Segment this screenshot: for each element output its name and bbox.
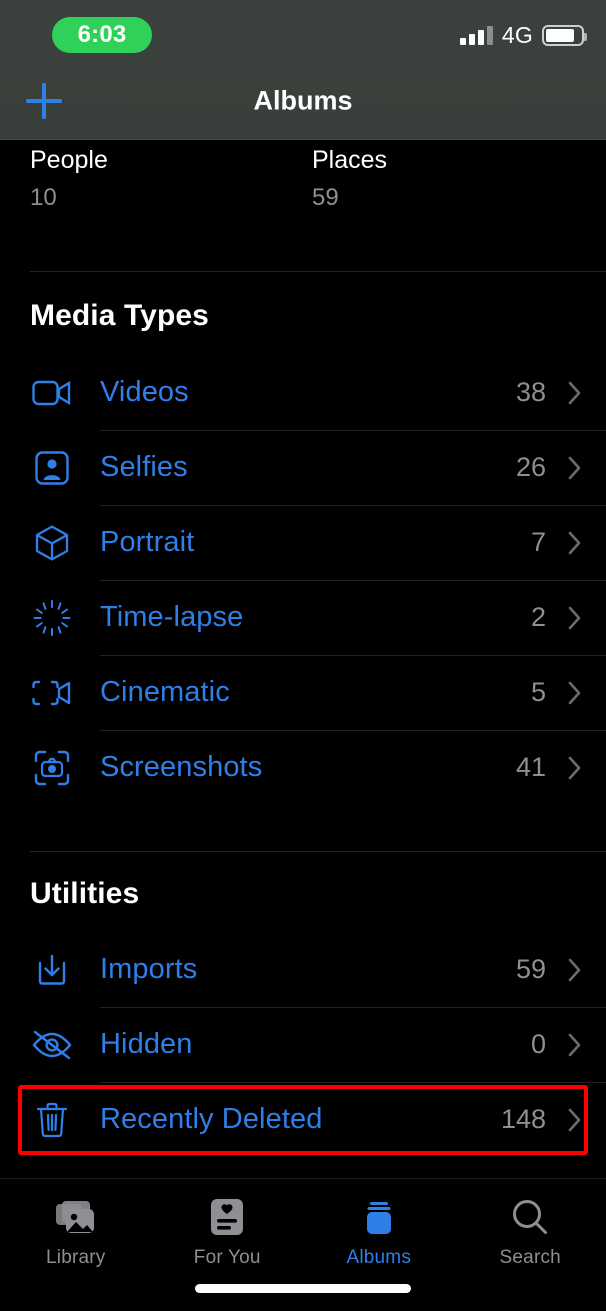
screenshot-camera-icon [26,750,78,786]
chevron-right-icon [562,755,588,781]
list-item-count: 2 [530,602,546,632]
status-bar: 6:03 4G [0,0,606,62]
page-title: Albums [253,85,353,116]
timelapse-icon [26,599,78,637]
list-item-label: Recently Deleted [100,1103,323,1135]
list-item-count: 0 [530,1029,546,1059]
tab-label: For You [193,1247,261,1268]
list-item-selfies[interactable]: Selfies 26 [0,430,606,505]
album-tile-count: 59 [312,184,339,211]
list-item-label: Screenshots [100,751,263,783]
list-item-cinematic[interactable]: Cinematic 5 [0,655,606,730]
list-item-label: Imports [100,953,198,985]
albums-stack-icon [359,1195,399,1239]
list-item-label: Hidden [100,1028,193,1060]
photo-stack-icon [54,1195,98,1239]
tab-albums[interactable]: Albums [303,1195,455,1269]
chevron-right-icon [562,957,588,983]
list-item-count: 38 [515,377,546,407]
section-divider [30,851,606,852]
section-header-utilities: Utilities [30,877,140,910]
album-tile-title: People [30,146,108,174]
tab-bar: Library For You Albums Search [0,1178,606,1311]
list-item-screenshots[interactable]: Screenshots 41 [0,730,606,805]
chevron-right-icon [562,1107,588,1133]
list-item-time-lapse[interactable]: Time-lapse 2 [0,580,606,655]
status-indicators: 4G [459,22,587,49]
cinematic-video-icon [26,678,78,708]
status-time-pill: 6:03 [52,17,152,53]
list-item-portrait[interactable]: Portrait 7 [0,505,606,580]
person-square-icon [26,450,78,485]
heart-card-icon [210,1195,244,1239]
list-item-label: Videos [100,376,189,408]
list-item-imports[interactable]: Imports 59 [0,932,606,1007]
section-header-media-types: Media Types [30,299,209,332]
list-item-label: Time-lapse [100,601,244,633]
chevron-right-icon [562,455,588,481]
chevron-right-icon [562,380,588,406]
chevron-right-icon [562,605,588,631]
chevron-right-icon [562,530,588,556]
chevron-right-icon [562,680,588,706]
tab-for-you[interactable]: For You [152,1195,304,1269]
eye-slash-icon [26,1030,78,1060]
album-tile-title: Places [312,146,388,174]
home-indicator [195,1284,411,1293]
signal-bars-icon [459,26,493,45]
photos-app-screen: People 10 Places 59 Media Types Videos 3… [0,0,606,1311]
section-divider [30,271,606,272]
tab-label: Albums [346,1247,412,1268]
nav-bar: Albums [0,62,606,140]
list-item-label: Selfies [100,451,188,483]
list-item-hidden[interactable]: Hidden 0 [0,1007,606,1082]
list-item-label: Cinematic [100,676,230,708]
import-tray-icon [26,953,78,987]
tab-search[interactable]: Search [455,1195,606,1269]
albums-scroll-content[interactable]: People 10 Places 59 Media Types Videos 3… [0,0,606,1311]
top-bar: 6:03 4G Albums [0,0,606,140]
battery-icon [542,25,587,46]
list-item-recently-deleted[interactable]: Recently Deleted 148 [0,1082,606,1157]
list-item-count: 26 [515,452,546,482]
chevron-right-icon [562,1032,588,1058]
list-item-videos[interactable]: Videos 38 [0,355,606,430]
network-type-label: 4G [501,22,533,48]
list-item-count: 148 [500,1104,546,1134]
list-item-count: 59 [515,954,546,984]
tab-label: Library [46,1247,106,1268]
tab-label: Search [499,1247,561,1268]
list-item-label: Portrait [100,526,195,558]
cube-icon [26,524,78,561]
list-item-count: 41 [515,752,546,782]
video-camera-icon [26,378,78,408]
trash-icon [26,1102,78,1138]
album-tile-count: 10 [30,184,57,211]
tab-library[interactable]: Library [0,1195,152,1269]
list-item-count: 5 [530,677,546,707]
magnifier-icon [511,1195,549,1239]
list-item-count: 7 [530,527,546,557]
